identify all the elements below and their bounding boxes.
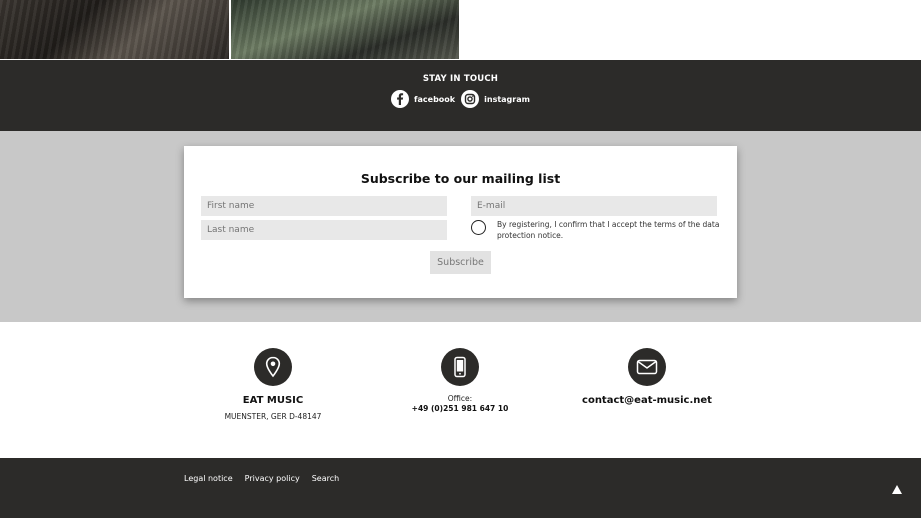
photo-strip: [0, 0, 921, 60]
location-pin-icon: [254, 348, 292, 386]
office-label: Office:: [447, 394, 473, 403]
band-photo-2[interactable]: [231, 0, 460, 59]
subscribe-card: Subscribe to our mailing list By registe…: [184, 146, 737, 298]
company-name: EAT MUSIC: [242, 395, 304, 406]
last-name-input[interactable]: [201, 220, 447, 240]
instagram-label: instagram: [484, 94, 530, 104]
social-title: STAY IN TOUCH: [422, 74, 499, 84]
contact-email[interactable]: contact@eat-music.net: [547, 395, 747, 406]
footer-links: Legal notice Privacy policy Search: [184, 474, 339, 483]
facebook-icon: [391, 90, 410, 108]
subscribe-section: Subscribe to our mailing list By registe…: [0, 131, 921, 322]
office-phone[interactable]: +49 (0)251 981 647 10: [360, 404, 560, 413]
company-address: MUENSTER, GER D-48147: [224, 412, 322, 421]
consent-radio[interactable]: [471, 220, 486, 235]
subscribe-button[interactable]: Subscribe: [430, 251, 491, 274]
contact-address: EAT MUSIC MUENSTER, GER D-48147: [173, 348, 373, 421]
social-links: facebook instagram: [0, 90, 921, 108]
footer-link-search[interactable]: Search: [312, 474, 339, 483]
footer: Legal notice Privacy policy Search: [0, 458, 921, 518]
subscribe-title: Subscribe to our mailing list: [360, 171, 561, 186]
email-input[interactable]: [471, 196, 717, 216]
envelope-icon: [628, 348, 666, 386]
social-bar: STAY IN TOUCH facebook instagram: [0, 60, 921, 131]
footer-link-privacy-policy[interactable]: Privacy policy: [245, 474, 300, 483]
band-photo-1[interactable]: [0, 0, 230, 59]
footer-link-legal-notice[interactable]: Legal notice: [184, 474, 233, 483]
instagram-link[interactable]: instagram: [461, 90, 530, 108]
scroll-to-top-icon[interactable]: [892, 485, 902, 494]
smartphone-icon: [441, 348, 479, 386]
facebook-label: facebook: [414, 94, 456, 104]
contact-mail: contact@eat-music.net: [547, 348, 747, 406]
instagram-icon: [461, 90, 480, 108]
contact-section: EAT MUSIC MUENSTER, GER D-48147 Office: …: [0, 322, 921, 458]
first-name-input[interactable]: [201, 196, 447, 216]
contact-phone: Office: +49 (0)251 981 647 10: [360, 348, 560, 413]
facebook-link[interactable]: facebook: [391, 90, 455, 108]
consent-text: By registering, I confirm that I accept …: [497, 220, 720, 240]
